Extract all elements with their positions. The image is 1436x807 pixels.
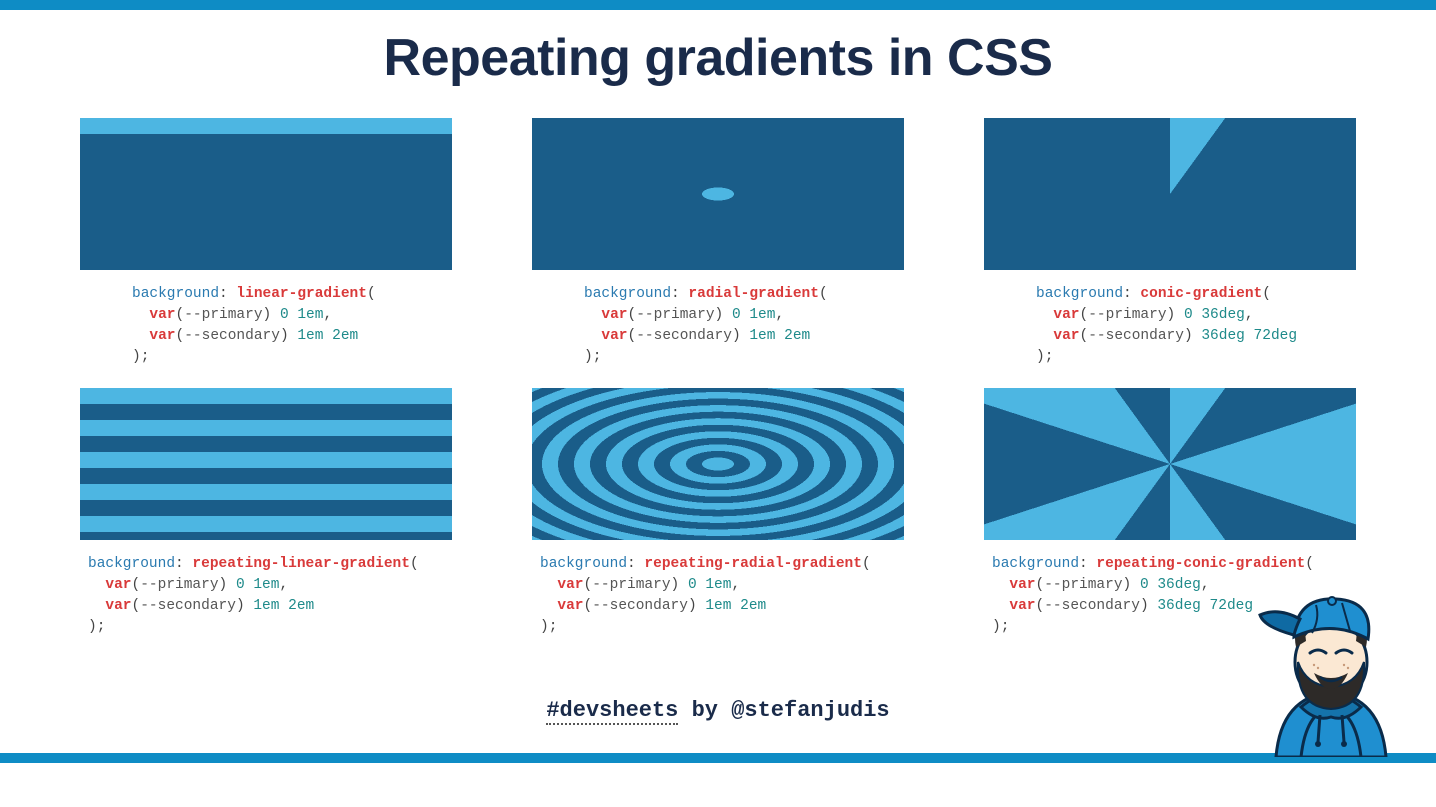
example-conic: background: conic-gradient( var(--primar… <box>984 118 1356 368</box>
swatch-repeating-radial-gradient <box>532 388 904 540</box>
swatch-radial-gradient <box>532 118 904 270</box>
swatch-repeating-linear-gradient <box>80 388 452 540</box>
example-linear: background: linear-gradient( var(--prima… <box>80 118 452 368</box>
bottom-border <box>0 753 1436 763</box>
example-repeating-radial: background: repeating-radial-gradient( v… <box>532 388 904 638</box>
example-repeating-linear: background: repeating-linear-gradient( v… <box>80 388 452 638</box>
code-repeating-radial: background: repeating-radial-gradient( v… <box>532 554 904 638</box>
examples-grid: background: linear-gradient( var(--prima… <box>80 118 1356 638</box>
example-radial: background: radial-gradient( var(--prima… <box>532 118 904 368</box>
page-title: Repeating gradients in CSS <box>80 28 1356 88</box>
swatch-repeating-conic-gradient <box>984 388 1356 540</box>
author-avatar <box>1246 557 1416 757</box>
code-linear: background: linear-gradient( var(--prima… <box>80 284 452 368</box>
swatch-conic-gradient <box>984 118 1356 270</box>
code-radial: background: radial-gradient( var(--prima… <box>532 284 904 368</box>
code-repeating-linear: background: repeating-linear-gradient( v… <box>80 554 452 638</box>
code-conic: background: conic-gradient( var(--primar… <box>984 284 1356 368</box>
footer-hashtag: #devsheets <box>546 698 678 725</box>
footer-credit: #devsheets by @stefanjudis <box>80 698 1356 723</box>
page-content: Repeating gradients in CSS background: l… <box>0 10 1436 753</box>
top-border <box>0 0 1436 10</box>
footer-by: by <box>678 698 731 723</box>
swatch-linear-gradient <box>80 118 452 270</box>
footer-handle: @stefanjudis <box>731 698 889 723</box>
